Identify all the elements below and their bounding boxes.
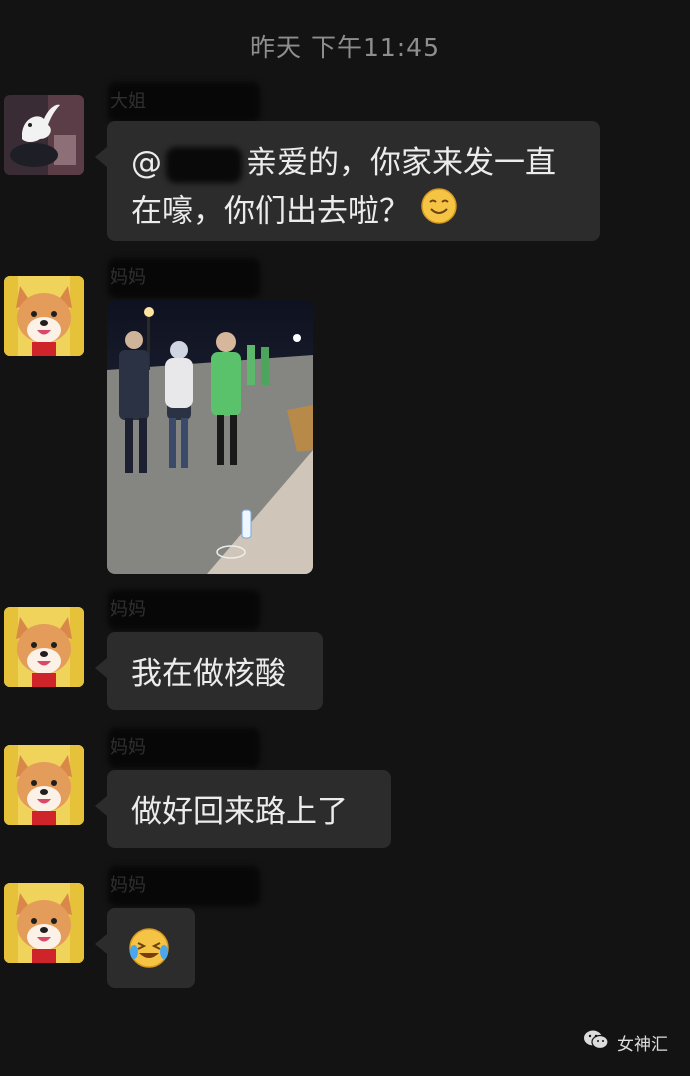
shared-photo[interactable] [107, 300, 313, 574]
laughing-tears-icon [127, 926, 171, 984]
sender-name: 大姐 [108, 82, 260, 122]
mention-prefix: @ [131, 145, 162, 181]
avatar-shiba[interactable] [4, 276, 84, 356]
watermark: 女神汇 [583, 1029, 668, 1056]
avatar-shiba[interactable] [4, 607, 84, 687]
sender-name: 妈妈 [108, 866, 260, 906]
message-text: 做好回来路上了 [131, 794, 348, 830]
timestamp: 昨天 下午11:45 [250, 33, 440, 62]
avatar-shiba[interactable] [4, 745, 84, 825]
avatar-dove[interactable] [4, 95, 84, 175]
message-bubble[interactable] [95, 908, 195, 988]
watermark-label: 女神汇 [617, 1035, 668, 1055]
sender-name: 妈妈 [108, 258, 260, 298]
wechat-icon [583, 1029, 609, 1056]
message-bubble[interactable]: 做好回来路上了 [95, 770, 391, 848]
sender-name: 妈妈 [108, 728, 260, 768]
message-bubble[interactable]: 我在做核酸 [95, 632, 323, 710]
avatar-shiba[interactable] [4, 883, 84, 963]
smile-icon [420, 187, 458, 239]
message-text: 我在做核酸 [131, 656, 286, 692]
message-bubble[interactable]: @ 亲爱的，你家来发一直在嚎，你们出去啦？ [95, 121, 600, 241]
mention-redacted [166, 146, 242, 183]
sender-name: 妈妈 [108, 590, 260, 630]
